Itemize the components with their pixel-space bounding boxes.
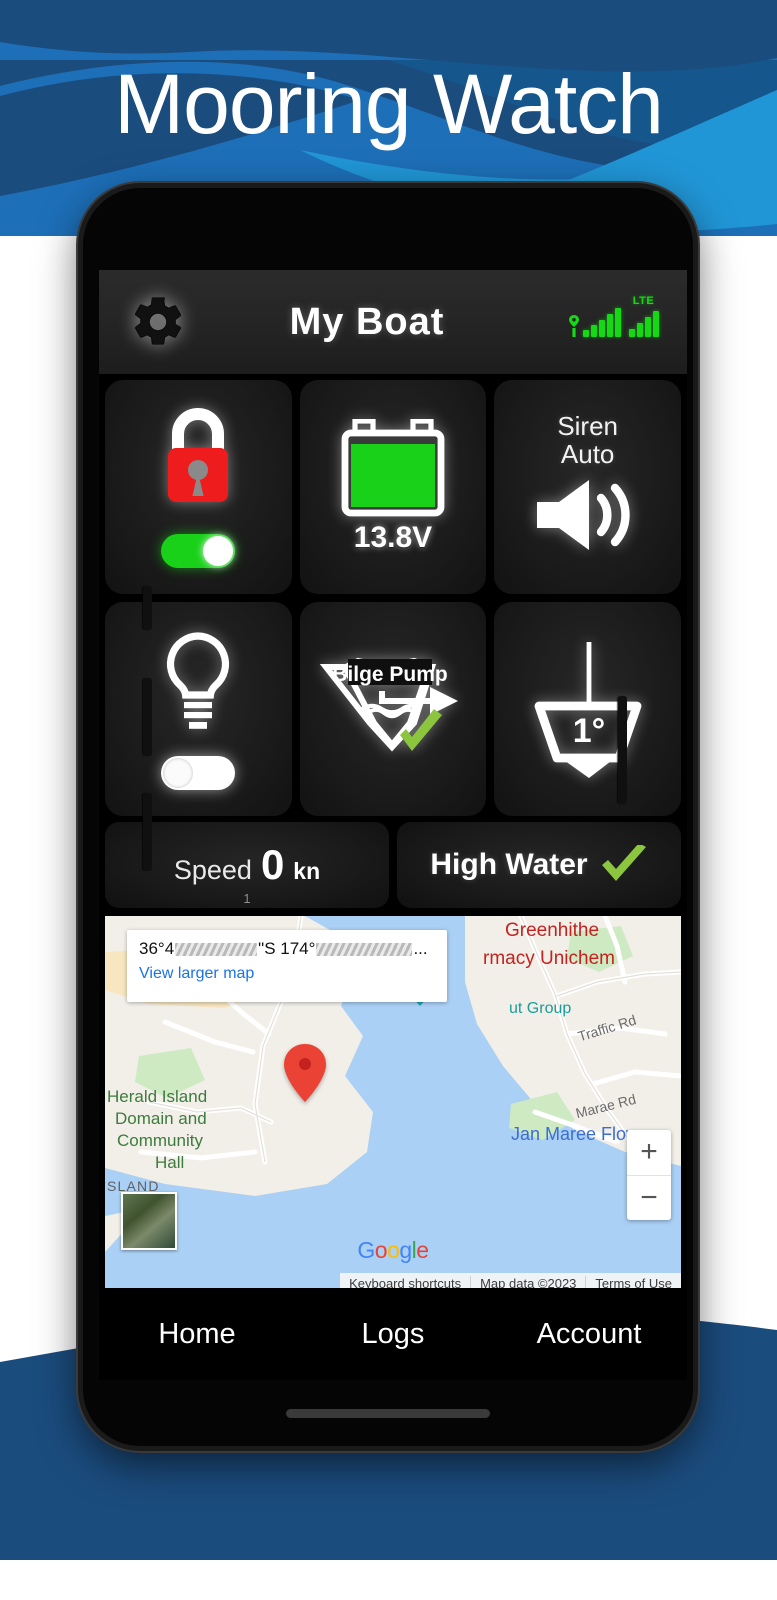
screenshot-root: Mooring Watch My Boat LTE 13.8V Siren Au…: [0, 0, 777, 1600]
app-screen: My Boat LTE 13.8V Siren Auto Bilge Pump …: [99, 270, 687, 1380]
phone-mockup: My Boat LTE 13.8V Siren Auto Bilge Pump …: [78, 183, 698, 1451]
phone-volume-up-button[interactable]: [143, 678, 152, 756]
map-panel[interactable]: Greenhithe rmacy Unichem ut Group Traffi…: [105, 916, 681, 1294]
toggle-knob: [203, 536, 234, 566]
svg-text:Bilge Pump: Bilge Pump: [332, 663, 448, 686]
padlock-locked-icon: [168, 408, 229, 502]
gps-signal-icon: [568, 307, 621, 337]
location-pin-marker[interactable]: [283, 1044, 327, 1102]
nav-home[interactable]: Home: [99, 1318, 295, 1351]
google-logo: Google: [357, 1237, 429, 1263]
boat-heel-icon: 1°: [534, 642, 642, 778]
gear-icon: [134, 297, 182, 345]
speed-label: Speed: [173, 855, 252, 885]
nav-logs[interactable]: Logs: [295, 1318, 491, 1351]
app-header: My Boat LTE: [99, 270, 687, 374]
speed-value: 0: [260, 841, 285, 888]
lock-toggle[interactable]: [161, 534, 236, 568]
light-tile[interactable]: [105, 602, 292, 816]
speaker-icon: [536, 480, 630, 551]
lock-tile[interactable]: [105, 380, 292, 594]
coordinates-redaction-2: [316, 942, 413, 956]
toggle-knob: [163, 758, 194, 788]
bilge-pump-icon: Bilge Pump: [319, 657, 458, 752]
map-zoom-controls: + −: [627, 1130, 671, 1220]
coordinates-suffix: ...: [413, 939, 428, 958]
heel-angle-tile[interactable]: 1°: [494, 602, 681, 816]
map-info-card[interactable]: 36°4 "S 174°... View larger map: [127, 930, 447, 1002]
zoom-in-button[interactable]: +: [627, 1130, 671, 1176]
phone-silent-switch[interactable]: [143, 586, 152, 630]
phone-volume-down-button[interactable]: [143, 793, 152, 871]
bottom-navigation: Home Logs Account: [99, 1288, 687, 1380]
network-signal-icon: LTE: [628, 295, 659, 337]
gps-bars: [582, 307, 621, 337]
zoom-out-button[interactable]: −: [627, 1176, 671, 1221]
page-title: Mooring Watch: [114, 57, 664, 151]
coordinates-line: 36°4 "S 174°...: [139, 939, 435, 959]
green-check-icon: [601, 845, 646, 881]
phone-power-button[interactable]: [618, 696, 627, 804]
signal-indicators: LTE: [547, 295, 687, 337]
coordinates-mid: "S 174°: [258, 939, 316, 958]
siren-label-line1: Siren: [557, 410, 619, 441]
satellite-view-thumbnail[interactable]: [121, 1192, 177, 1250]
light-toggle[interactable]: [161, 756, 236, 790]
high-water-label: High Water: [430, 848, 588, 881]
green-check-icon: [399, 709, 442, 751]
nav-account[interactable]: Account: [491, 1318, 687, 1351]
coordinates-redaction-1: [175, 942, 258, 956]
gps-pin-icon: [568, 314, 579, 337]
control-tile-grid: 13.8V Siren Auto Bilge Pump 1°: [99, 374, 687, 816]
siren-tile[interactable]: Siren Auto: [494, 380, 681, 594]
battery-voltage-value: 13.8V: [353, 521, 433, 554]
network-bars: [628, 310, 659, 337]
lightbulb-icon: [167, 632, 230, 729]
speed-unit: kn: [293, 858, 321, 884]
app-title: My Boat: [289, 300, 445, 343]
view-larger-map-link[interactable]: View larger map: [139, 965, 435, 983]
speed-subtext: 1: [243, 891, 251, 906]
coordinates-prefix: 36°4: [139, 939, 175, 958]
network-type-label: LTE: [632, 294, 655, 307]
bilge-pump-tile[interactable]: Bilge Pump: [299, 602, 487, 816]
siren-label-line2: Auto: [560, 439, 615, 469]
status-row: Speed 0 kn 1 High Water: [99, 816, 687, 908]
high-water-card[interactable]: High Water: [397, 822, 681, 908]
heel-angle-value: 1°: [572, 712, 605, 750]
battery-tile[interactable]: 13.8V: [299, 380, 487, 594]
battery-icon: [341, 419, 445, 517]
home-indicator[interactable]: [286, 1409, 490, 1418]
